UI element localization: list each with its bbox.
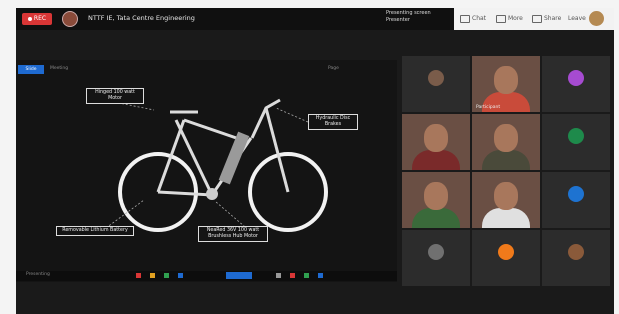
share-tab[interactable]: Slide: [18, 65, 44, 74]
control-icon[interactable]: [178, 273, 183, 278]
share-label: Share: [544, 15, 562, 22]
callout-hub-motor: NeaRed 36V 100 watt Brushless Hub Motor: [198, 226, 268, 242]
chat-icon: [460, 14, 470, 23]
participant-tile[interactable]: [472, 230, 540, 286]
control-icon[interactable]: [304, 273, 309, 278]
control-icon[interactable]: [276, 273, 281, 278]
share-status-bar: Presenting: [16, 271, 397, 281]
participant-avatar: [568, 70, 584, 86]
participant-tile[interactable]: [402, 230, 470, 286]
participant-tile[interactable]: [542, 114, 610, 170]
toolbar: Chat More Share Leave: [454, 8, 614, 30]
control-icon[interactable]: [318, 273, 323, 278]
participant-body: [412, 150, 460, 170]
top-bar: REC NTTF IE, Tata Centre Engineering Pre…: [16, 8, 614, 30]
more-icon: [496, 14, 506, 23]
participant-avatar: [568, 244, 584, 260]
record-label: REC: [33, 15, 47, 22]
participant-avatar: [428, 244, 444, 260]
participant-body: [482, 208, 530, 228]
participant-name: Participant: [476, 105, 501, 110]
participant-avatar: [428, 70, 444, 86]
control-icon[interactable]: [136, 273, 141, 278]
presenter-name: Presenter: [386, 17, 410, 23]
callout-battery: Removable Lithium Battery: [56, 226, 134, 236]
chat-label: Chat: [472, 15, 487, 22]
callout-brakes: Hydraulic Disc Brakes: [308, 114, 358, 130]
shared-screen: [16, 60, 397, 282]
org-logo: [62, 11, 78, 27]
participant-avatar: [568, 186, 584, 202]
control-icon[interactable]: [150, 273, 155, 278]
status-accent[interactable]: [226, 272, 252, 279]
meeting-title: NTTF IE, Tata Centre Engineering: [88, 14, 195, 22]
participant-tile[interactable]: Participant: [472, 56, 540, 112]
share-icon: [532, 14, 542, 23]
participant-tile[interactable]: [402, 172, 470, 228]
participant-face: [424, 182, 448, 210]
self-avatar[interactable]: [589, 11, 604, 26]
participant-face: [494, 66, 518, 94]
presenter-line: Presenting screen: [386, 10, 431, 16]
participant-tile[interactable]: [472, 114, 540, 170]
chat-button[interactable]: Chat: [460, 13, 486, 25]
more-button[interactable]: More: [496, 13, 523, 25]
share-header: Meeting: [50, 66, 69, 71]
leave-button[interactable]: Leave: [568, 13, 586, 25]
presenter-info: Presenting screen Presenter: [386, 10, 431, 24]
meeting-app: REC NTTF IE, Tata Centre Engineering Pre…: [16, 8, 614, 314]
control-icon[interactable]: [290, 273, 295, 278]
participant-tile[interactable]: [472, 172, 540, 228]
participant-face: [494, 124, 518, 152]
participant-body: [412, 208, 460, 228]
participant-tile[interactable]: [542, 230, 610, 286]
participant-avatar: [498, 244, 514, 260]
more-label: More: [508, 15, 523, 22]
status-label: Presenting: [26, 272, 50, 277]
control-icon[interactable]: [164, 273, 169, 278]
share-header-right: Page: [328, 66, 339, 71]
participant-tile[interactable]: [542, 56, 610, 112]
participant-tile[interactable]: [542, 172, 610, 228]
participant-avatar: [568, 128, 584, 144]
callout-motor: Hinged 100 watt Motor: [86, 88, 144, 104]
record-dot-icon: [27, 16, 32, 21]
crank: [206, 188, 218, 200]
record-indicator[interactable]: REC: [22, 13, 52, 25]
bicycle-drawing: [105, 98, 328, 233]
share-button[interactable]: Share: [532, 13, 561, 25]
leave-label: Leave: [568, 15, 586, 22]
participant-tile[interactable]: [402, 56, 470, 112]
battery: [218, 131, 250, 185]
participant-tile[interactable]: [402, 114, 470, 170]
participant-face: [494, 182, 518, 210]
participant-face: [424, 124, 448, 152]
participant-body: [482, 150, 530, 170]
